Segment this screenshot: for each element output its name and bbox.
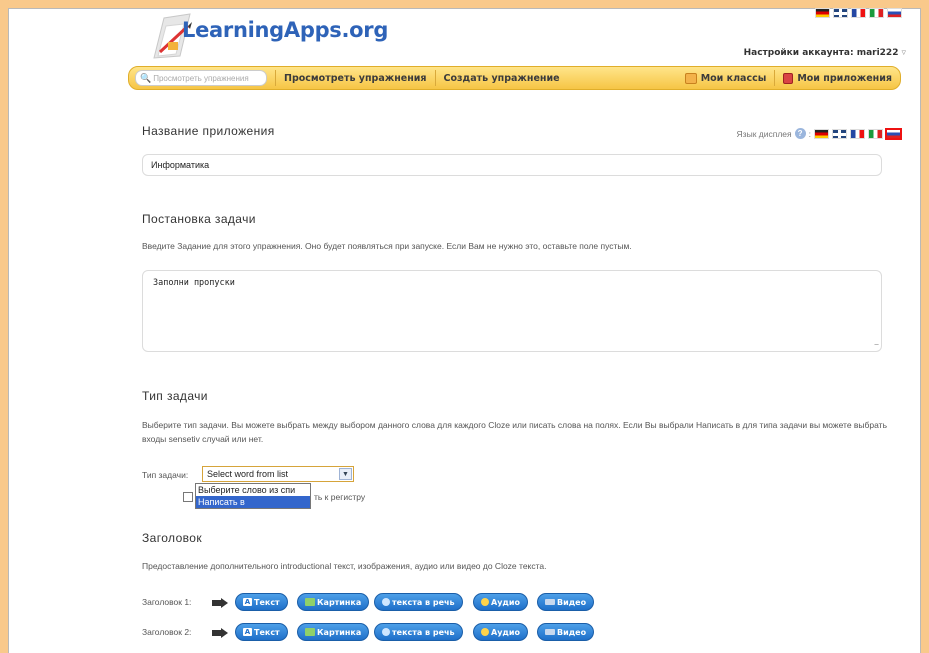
add-audio-label: Аудио	[491, 597, 520, 607]
task-type-description: Выберите тип задачи. Вы можете выбрать м…	[142, 420, 887, 444]
task-description: Введите Задание для этого упражнения. Он…	[142, 241, 632, 251]
nav-my-classes-label: Мои классы	[700, 72, 767, 84]
task-type-dropdown: Выберите слово из спи Написать в	[195, 483, 311, 509]
nav-browse-link[interactable]: Просмотреть упражнения	[284, 73, 427, 84]
dropdown-option-selected[interactable]: Написать в	[196, 496, 310, 508]
logo-text: LearningApps.org	[182, 18, 389, 42]
add-text-label: Текст	[254, 597, 280, 607]
case-sensitive-checkbox[interactable]	[183, 492, 193, 502]
add-text-button[interactable]: A Текст	[235, 623, 288, 641]
flag-gb-icon[interactable]	[832, 128, 847, 139]
arrow-right-icon	[212, 598, 228, 608]
chevron-down-icon[interactable]: ▿	[901, 48, 906, 58]
app-name-title: Название приложения	[142, 124, 275, 138]
task-title: Постановка задачи	[142, 212, 256, 226]
nav-divider	[774, 70, 776, 86]
nav-my-classes-link[interactable]: Мои классы	[684, 72, 767, 84]
text-icon: A	[243, 598, 252, 606]
add-video-button[interactable]: Видео	[537, 623, 595, 641]
app-name-input[interactable]: Информатика	[142, 154, 882, 176]
flag-de-icon[interactable]	[815, 8, 830, 18]
flag-de-icon[interactable]	[814, 128, 829, 139]
image-icon	[305, 598, 315, 606]
add-audio-button[interactable]: Аудио	[473, 623, 528, 641]
add-audio-label: Аудио	[491, 627, 520, 637]
task-textarea-value: Заполни пропуски	[153, 278, 235, 288]
image-icon	[305, 628, 315, 636]
flag-it-icon[interactable]	[868, 128, 883, 139]
add-image-button[interactable]: Картинка	[297, 593, 370, 611]
video-icon	[545, 629, 555, 635]
heading-description: Предоставление дополнительного introduct…	[142, 561, 547, 571]
audio-icon	[481, 598, 489, 606]
dropdown-option[interactable]: Выберите слово из спи	[196, 484, 310, 496]
account-settings[interactable]: Настройки аккаунта: mari222 ▿	[744, 48, 906, 58]
main-navbar: 🔍 Просмотреть упражнения Просмотреть упр…	[128, 66, 901, 90]
flag-gb-icon[interactable]	[833, 8, 848, 18]
add-tts-button[interactable]: текста в речь	[374, 623, 463, 641]
language-flags-top	[815, 8, 902, 18]
task-type-selected: Select word from list	[207, 469, 289, 479]
speech-icon	[382, 598, 390, 606]
heading-row-label: Заголовок 1:	[142, 597, 192, 607]
resize-handle-icon[interactable]: −	[874, 340, 879, 349]
search-input[interactable]: 🔍 Просмотреть упражнения	[135, 70, 267, 86]
arrow-right-icon	[212, 628, 228, 638]
flag-fr-icon[interactable]	[851, 8, 866, 18]
add-image-button[interactable]: Картинка	[297, 623, 370, 641]
task-type-select[interactable]: Select word from list ▼	[202, 466, 354, 482]
text-icon: A	[243, 628, 252, 636]
nav-divider	[275, 70, 276, 86]
add-tts-label: текста в речь	[392, 627, 455, 637]
account-label: Настройки аккаунта: mari222	[743, 48, 899, 58]
heading-title: Заголовок	[142, 531, 203, 545]
display-language-label: Язык дисплея	[736, 128, 792, 139]
add-audio-button[interactable]: Аудио	[473, 593, 528, 611]
task-type-label: Тип задачи:	[142, 470, 189, 480]
add-video-label: Видео	[557, 597, 587, 607]
nav-my-apps-label: Мои приложения	[797, 72, 892, 84]
add-text-label: Текст	[254, 627, 280, 637]
speech-icon	[382, 628, 390, 636]
logo[interactable]: LearningApps.org	[150, 8, 410, 68]
heading-row-label: Заголовок 2:	[142, 627, 192, 637]
search-icon: 🔍	[140, 72, 152, 83]
help-icon[interactable]: ?	[794, 128, 806, 139]
add-video-label: Видео	[557, 627, 587, 637]
add-image-label: Картинка	[317, 597, 362, 607]
case-sensitive-label: ть к регистру	[314, 492, 366, 502]
task-textarea[interactable]: Заполни пропуски −	[142, 270, 882, 352]
nav-create-link[interactable]: Создать упражнение	[444, 73, 560, 84]
flag-it-icon[interactable]	[869, 8, 884, 18]
audio-icon	[481, 628, 489, 636]
search-placeholder: Просмотреть упражнения	[153, 73, 249, 83]
add-tts-button[interactable]: текста в речь	[374, 593, 463, 611]
chevron-down-icon[interactable]: ▼	[339, 468, 352, 480]
task-type-title: Тип задачи	[142, 389, 208, 403]
flag-fr-icon[interactable]	[850, 128, 865, 139]
add-image-label: Картинка	[317, 627, 362, 637]
video-icon	[545, 599, 555, 605]
add-tts-label: текста в речь	[392, 597, 455, 607]
add-video-button[interactable]: Видео	[537, 593, 595, 611]
lang-colon: :	[808, 128, 811, 139]
apps-icon	[783, 72, 794, 84]
display-language: Язык дисплея ? :	[736, 127, 902, 140]
nav-my-apps-link[interactable]: Мои приложения	[783, 72, 892, 84]
nav-divider	[434, 70, 436, 86]
flag-ru-icon[interactable]	[885, 127, 902, 140]
classes-icon	[684, 72, 697, 84]
add-text-button[interactable]: A Текст	[235, 593, 288, 611]
flag-ru-icon[interactable]	[887, 8, 902, 18]
